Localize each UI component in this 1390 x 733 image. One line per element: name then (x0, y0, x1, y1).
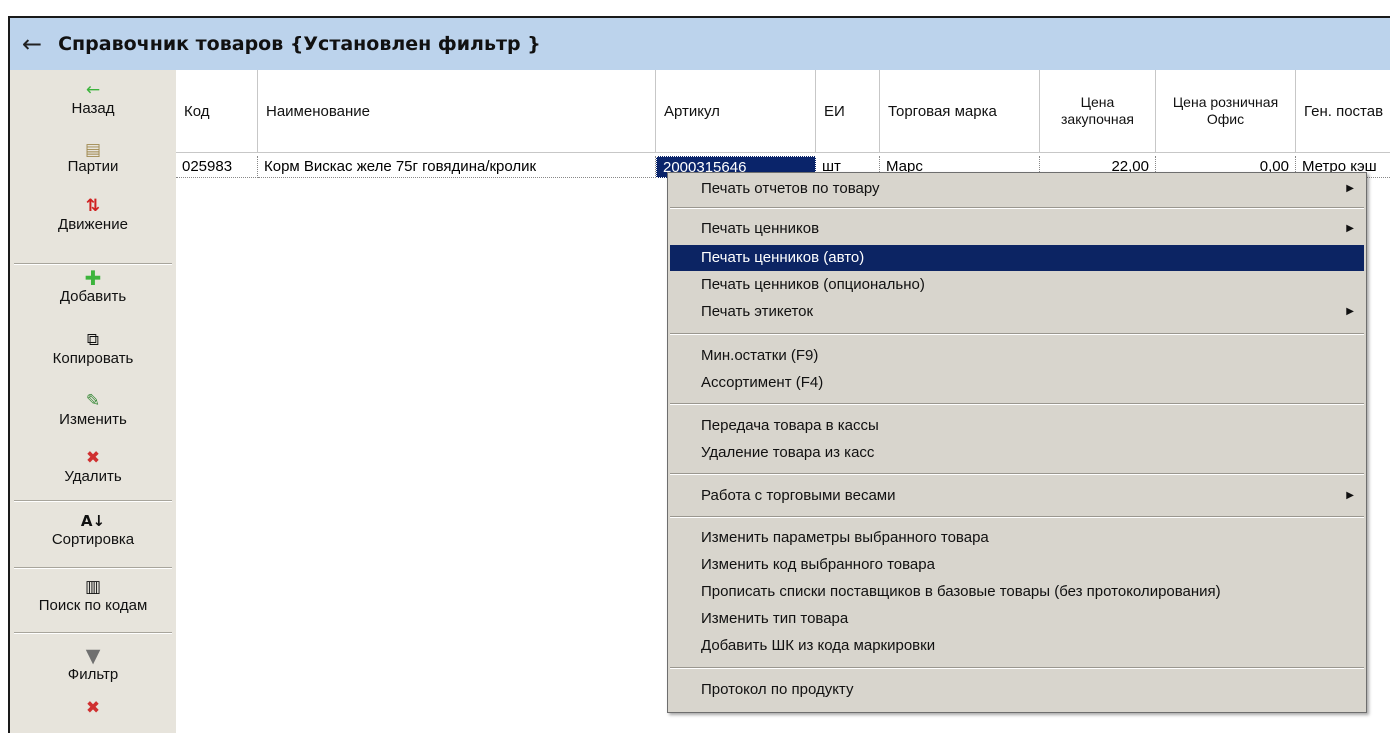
menu-item-label: Работа с торговыми весами (701, 487, 896, 504)
sort-az-icon: А↓ (80, 512, 106, 530)
add-plus-icon: ✚ (84, 266, 102, 290)
sidebar-label: Добавить (59, 288, 127, 305)
menu-item-print-reports[interactable]: Печать отчетов по товару ▶ (670, 176, 1364, 202)
table-cell-code[interactable]: 025983 (176, 156, 258, 178)
filter-funnel-icon: ▼ (85, 645, 101, 667)
menu-item-add-barcode[interactable]: Добавить ШК из кода маркировки (670, 633, 1364, 659)
clear-filter-icon: ✖ (85, 698, 101, 718)
menu-item-print-price-tags[interactable]: Печать ценников ▶ (670, 216, 1364, 242)
barcode-icon: ▥ (84, 577, 102, 597)
col-header-supplier[interactable]: Ген. постав (1296, 70, 1390, 153)
menu-item-label: Добавить ШК из кода маркировки (701, 637, 936, 654)
sidebar-label: Сортировка (51, 531, 135, 548)
col-header-name[interactable]: Наименование (258, 70, 656, 153)
col-header-code[interactable]: Код (176, 70, 258, 153)
sidebar-divider (14, 567, 172, 569)
sidebar-add-button[interactable]: ✚ Добавить (10, 268, 176, 305)
sidebar-label: Фильтр (67, 666, 119, 683)
batches-icon: ▤ (84, 140, 102, 160)
menu-item-print-labels[interactable]: Печать этикеток ▶ (670, 299, 1364, 325)
green-arrow-left-icon: ← (85, 80, 101, 100)
sidebar-divider (14, 500, 172, 502)
delete-icon: ✖ (85, 448, 101, 468)
menu-item-label: Изменить код выбранного товара (701, 556, 935, 573)
sidebar-label: Изменить (59, 411, 127, 428)
submenu-arrow-icon: ▶ (1346, 183, 1354, 194)
menu-item-scales[interactable]: Работа с торговыми весами ▶ (670, 483, 1364, 509)
sidebar-copy-button[interactable]: ⧉ Копировать (10, 330, 176, 367)
col-header-article[interactable]: Артикул (656, 70, 816, 153)
menu-item-label: Протокол по продукту (701, 681, 854, 698)
col-header-unit[interactable]: ЕИ (816, 70, 880, 153)
sidebar-label: Партии (67, 158, 119, 175)
menu-item-send-to-registers[interactable]: Передача товара в кассы (670, 413, 1364, 439)
sidebar-filter-button[interactable]: ▼ Фильтр (10, 646, 176, 683)
menu-item-supplier-lists[interactable]: Прописать списки поставщиков в базовые т… (670, 579, 1364, 605)
submenu-arrow-icon: ▶ (1346, 490, 1354, 501)
sidebar-edit-button[interactable]: ✎ Изменить (10, 391, 176, 428)
menu-separator (670, 667, 1364, 669)
sidebar-clear-filter-button[interactable]: ✖ (10, 698, 176, 718)
sidebar-sort-button[interactable]: А↓ Сортировка (10, 511, 176, 548)
menu-separator (670, 207, 1364, 209)
menu-item-label: Печать этикеток (701, 303, 814, 320)
submenu-arrow-icon: ▶ (1346, 223, 1354, 234)
sidebar-label: Назад (71, 100, 115, 117)
menu-item-label: Печать отчетов по товару (701, 180, 880, 197)
sidebar-label: Поиск по кодам (38, 597, 148, 614)
title-bar: ← Справочник товаров {Установлен фильтр … (10, 18, 1390, 70)
sidebar-divider (14, 263, 172, 265)
sidebar-delete-button[interactable]: ✖ Удалить (10, 448, 176, 485)
menu-separator (670, 333, 1364, 335)
back-arrow-icon[interactable]: ← (22, 30, 42, 58)
movement-arrows-icon: ⇅ (85, 196, 101, 216)
sidebar-search-by-codes-button[interactable]: ▥ Поиск по кодам (10, 577, 176, 614)
menu-item-label: Печать ценников (опционально) (701, 276, 925, 293)
context-menu: Печать отчетов по товару ▶ Печать ценнико… (667, 172, 1367, 713)
sidebar-toolbar: ← Назад ▤ Партии ⇅ Движение ✚ Добавить ⧉… (10, 70, 177, 733)
menu-item-label: Мин.остатки (F9) (701, 347, 819, 364)
menu-item-change-type[interactable]: Изменить тип товара (670, 606, 1364, 632)
copy-icon: ⧉ (86, 330, 100, 350)
menu-separator (670, 516, 1364, 518)
menu-item-label: Изменить тип товара (701, 610, 849, 627)
sidebar-label: Удалить (64, 468, 122, 485)
sidebar-batches-button[interactable]: ▤ Партии (10, 140, 176, 176)
sidebar-label: Движение (58, 216, 128, 233)
menu-item-print-price-tags-optional[interactable]: Печать ценников (опционально) (670, 272, 1364, 298)
menu-item-assortment[interactable]: Ассортимент (F4) (670, 370, 1364, 396)
col-header-purchase-price[interactable]: Цена закупочная (1040, 70, 1156, 153)
menu-item-change-params[interactable]: Изменить параметры выбранного товара (670, 525, 1364, 551)
menu-item-change-code[interactable]: Изменить код выбранного товара (670, 552, 1364, 578)
menu-item-label: Изменить параметры выбранного товара (701, 529, 989, 546)
menu-separator (670, 473, 1364, 475)
menu-item-label: Передача товара в кассы (701, 417, 879, 434)
menu-item-label: Удаление товара из касс (701, 444, 875, 461)
sidebar-back-button[interactable]: ← Назад (10, 80, 176, 117)
sidebar-divider (14, 632, 172, 634)
menu-item-label: Прописать списки поставщиков в базовые т… (701, 583, 1221, 600)
menu-item-product-log[interactable]: Протокол по продукту (670, 677, 1364, 703)
menu-separator (670, 403, 1364, 405)
sidebar-movement-button[interactable]: ⇅ Движение (10, 196, 176, 233)
menu-item-label: Печать ценников (авто) (701, 249, 865, 266)
col-header-brand[interactable]: Торговая марка (880, 70, 1040, 153)
submenu-arrow-icon: ▶ (1346, 306, 1354, 317)
sidebar-label: Копировать (52, 350, 134, 367)
menu-item-print-price-tags-auto[interactable]: Печать ценников (авто) (670, 245, 1364, 271)
col-header-retail-price[interactable]: Цена розничная Офис (1156, 70, 1296, 153)
menu-item-remove-from-registers[interactable]: Удаление товара из касс (670, 440, 1364, 466)
menu-item-label: Ассортимент (F4) (701, 374, 824, 391)
menu-item-min-stock[interactable]: Мин.остатки (F9) (670, 343, 1364, 369)
edit-icon: ✎ (85, 391, 101, 411)
menu-item-label: Печать ценников (701, 220, 820, 237)
table-cell-name[interactable]: Корм Вискас желе 75г говядина/кролик (258, 156, 656, 178)
window-title: Справочник товаров {Установлен фильтр } (58, 33, 541, 55)
